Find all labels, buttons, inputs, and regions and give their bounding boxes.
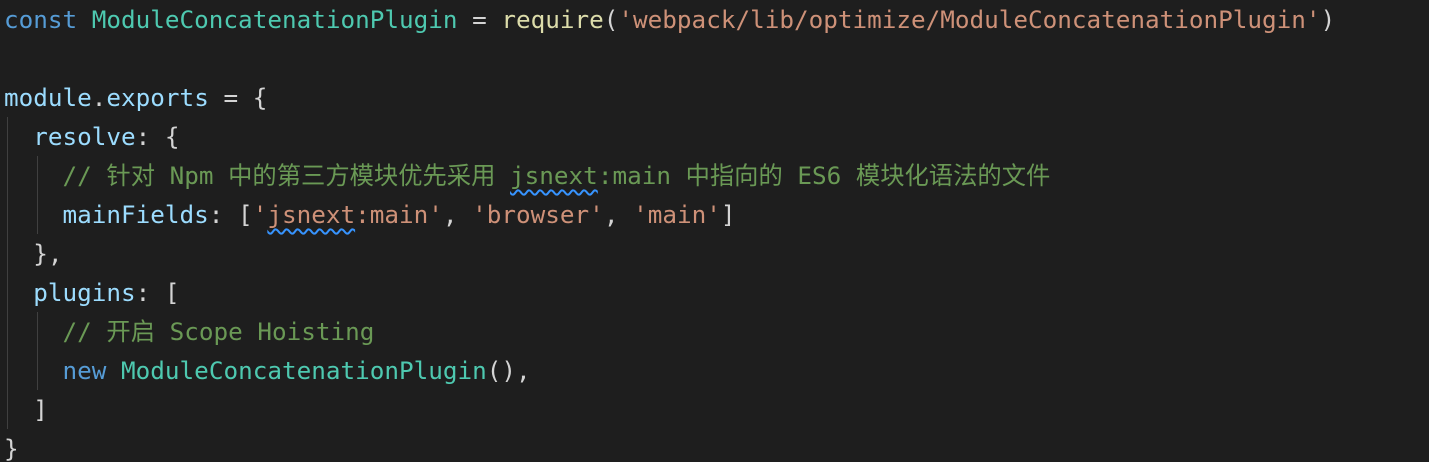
punctuation-token: = [457, 5, 502, 34]
string-token: :main' [355, 200, 443, 229]
function-token: require [501, 5, 604, 34]
code-line[interactable]: ] [4, 390, 48, 429]
punctuation-token: ] [720, 200, 736, 229]
punctuation-token: , [442, 200, 473, 229]
keyword-token: new [62, 356, 107, 385]
code-line[interactable]: // 针对 Npm 中的第三方模块优先采用 jsnext:main 中指向的 E… [4, 156, 1051, 195]
punctuation-token: . [91, 83, 107, 112]
spelling-warning-token: jsnext [267, 200, 356, 229]
code-line[interactable]: } [4, 429, 19, 462]
keyword-token: const [4, 5, 78, 34]
identifier-token: resolve [33, 122, 136, 151]
code-line[interactable]: mainFields: ['jsnext:main', 'browser', '… [4, 195, 736, 234]
punctuation-token: ) [1320, 5, 1336, 34]
string-token: 'main' [633, 200, 721, 229]
code-line[interactable]: // 开启 Scope Hoisting [4, 312, 375, 351]
identifier-token: module [4, 83, 92, 112]
class-name-token: ModuleConcatenationPlugin [121, 356, 487, 385]
string-token: 'browser' [472, 200, 604, 229]
code-line[interactable]: plugins: [ [4, 273, 180, 312]
punctuation-token: }, [4, 239, 63, 268]
class-name-token: ModuleConcatenationPlugin [91, 5, 458, 34]
comment-token: :main 中指向的 ES6 模块化语法的文件 [597, 161, 1051, 190]
punctuation-token: = { [208, 83, 268, 112]
string-token: ' [252, 200, 268, 229]
code-line[interactable]: }, [4, 234, 63, 273]
punctuation-token: : [ [208, 200, 253, 229]
identifier-token: mainFields [62, 200, 209, 229]
spelling-warning-token: jsnext [510, 161, 598, 190]
punctuation-token: : [ [135, 278, 180, 307]
punctuation-token: ( [603, 5, 619, 34]
code-line[interactable]: new ModuleConcatenationPlugin(), [4, 351, 531, 390]
code-line[interactable]: const ModuleConcatenationPlugin = requir… [4, 0, 1335, 39]
punctuation-token: } [4, 434, 19, 462]
code-editor[interactable]: const ModuleConcatenationPlugin = requir… [0, 0, 1429, 462]
code-line[interactable]: resolve: { [4, 117, 180, 156]
punctuation-token: : { [135, 122, 180, 151]
punctuation-token: ] [4, 395, 48, 424]
punctuation-token: , [603, 200, 634, 229]
string-token: 'webpack/lib/optimize/ModuleConcatenatio… [618, 5, 1321, 34]
identifier-token: exports [106, 83, 209, 112]
code-line[interactable]: module.exports = { [4, 78, 267, 117]
comment-token: // 针对 Npm 中的第三方模块优先采用 [62, 161, 511, 190]
punctuation-token: (), [486, 356, 531, 385]
comment-token: // 开启 Scope Hoisting [62, 317, 375, 346]
identifier-token: plugins [33, 278, 136, 307]
